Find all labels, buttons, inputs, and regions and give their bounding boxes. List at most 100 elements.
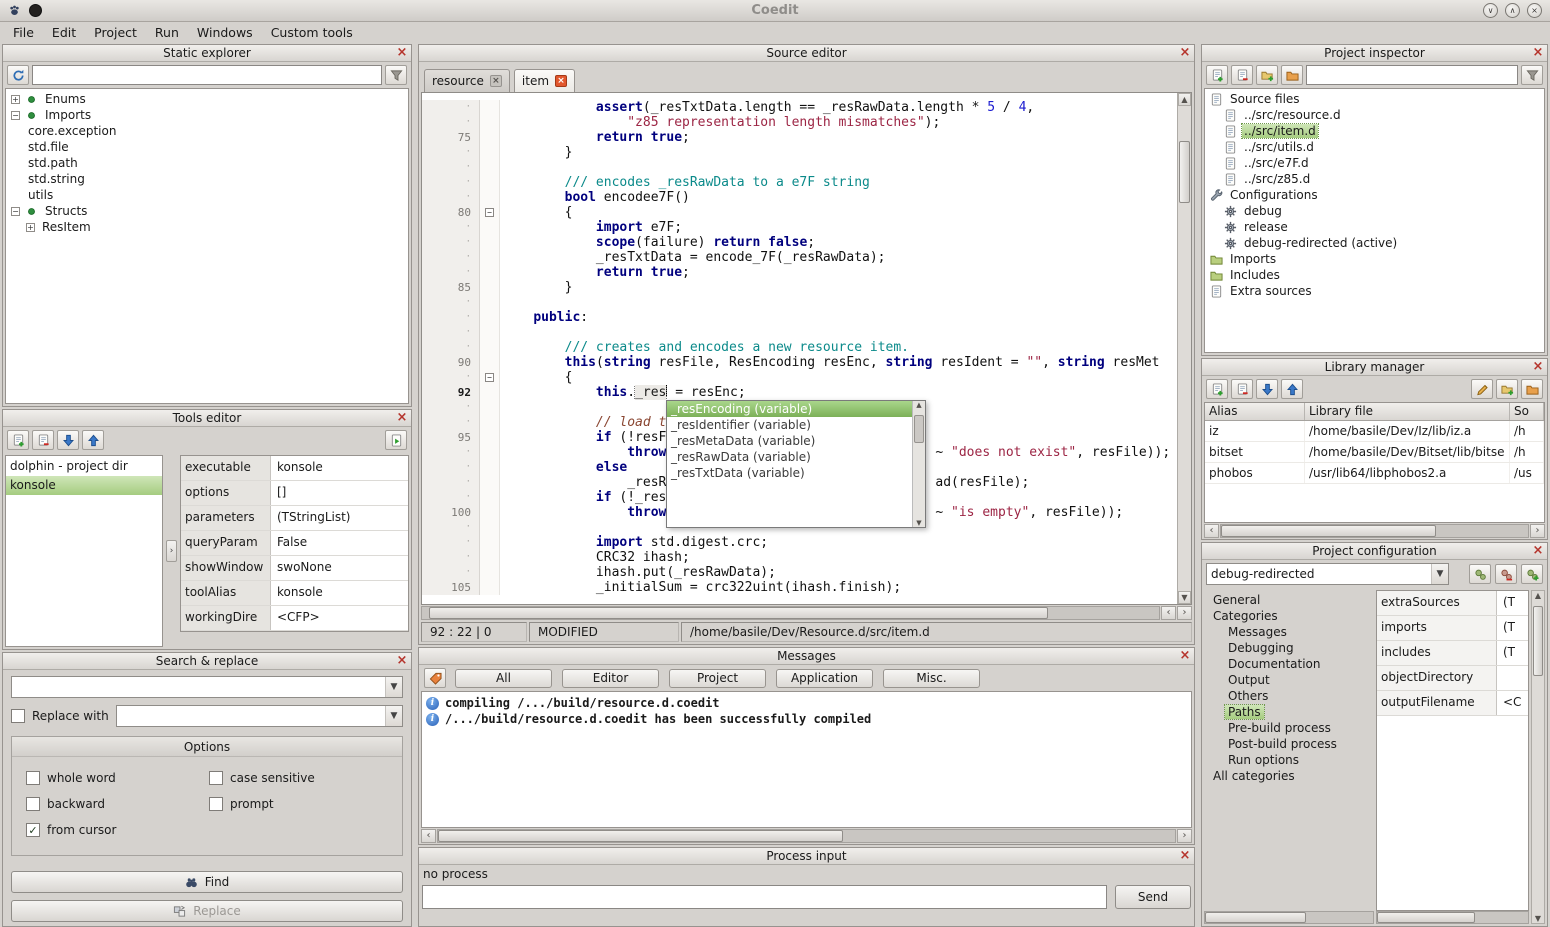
scroll-right-button[interactable]: › bbox=[1177, 606, 1192, 620]
tool-item[interactable]: dolphin - project dir bbox=[6, 457, 162, 476]
scroll-down-button[interactable]: ▼ bbox=[1178, 591, 1191, 604]
expander-icon[interactable]: + bbox=[26, 223, 35, 232]
scrollbar-thumb[interactable] bbox=[1205, 912, 1306, 923]
library-manager-close-button[interactable]: × bbox=[1531, 360, 1545, 374]
property-value[interactable]: (T bbox=[1497, 616, 1528, 640]
messages-horizontal-scrollbar[interactable]: ‹ › bbox=[421, 829, 1192, 843]
replace-with-checkbox[interactable]: Replace with bbox=[11, 709, 109, 723]
scroll-up-button[interactable]: ▲ bbox=[1178, 93, 1191, 106]
category-item[interactable]: Output bbox=[1204, 672, 1374, 688]
category-item[interactable]: Messages bbox=[1204, 624, 1374, 640]
category-item[interactable]: Categories bbox=[1204, 608, 1374, 624]
replace-button[interactable]: Replace bbox=[11, 900, 403, 922]
scrollbar-thumb[interactable] bbox=[429, 607, 1048, 619]
clone-configuration-button[interactable] bbox=[1521, 564, 1543, 584]
messages-filter-project[interactable]: Project bbox=[669, 669, 766, 688]
symbol-tree[interactable]: +Enums−Importscore.exceptionstd.filestd.… bbox=[5, 88, 409, 404]
scroll-right-button[interactable]: › bbox=[1177, 829, 1192, 843]
popup-scrollbar[interactable]: ▲▼ bbox=[912, 401, 925, 527]
column-header[interactable]: So bbox=[1510, 403, 1544, 420]
property-value[interactable]: swoNone bbox=[271, 556, 408, 580]
scrollbar-thumb[interactable] bbox=[914, 415, 924, 443]
tree-item[interactable]: std.path bbox=[6, 155, 408, 171]
library-move-down-button[interactable] bbox=[1256, 379, 1278, 399]
code-line[interactable]: · assert(_resTxtData.length == _resRawDa… bbox=[422, 100, 1177, 115]
column-header[interactable]: Alias bbox=[1205, 403, 1305, 420]
project-tree-item[interactable]: Includes bbox=[1205, 267, 1544, 283]
scroll-left-button[interactable]: ‹ bbox=[1204, 524, 1219, 538]
grid-horizontal-scrollbar[interactable] bbox=[1376, 911, 1529, 924]
option-checkbox-prompt[interactable]: prompt bbox=[209, 797, 388, 811]
project-tree-item[interactable]: ../src/item.d bbox=[1205, 123, 1544, 139]
project-tree-item[interactable]: Source files bbox=[1205, 91, 1544, 107]
code-line[interactable]: 80− { bbox=[422, 205, 1177, 220]
tools-splitter-button[interactable]: › bbox=[166, 540, 177, 562]
window-titlebar[interactable]: Coedit ∨ ∧ × bbox=[0, 0, 1550, 22]
fold-icon[interactable]: − bbox=[485, 373, 494, 382]
editor-vertical-scrollbar[interactable]: ▲ ▼ bbox=[1177, 93, 1191, 604]
tree-item[interactable]: −Structs bbox=[6, 203, 408, 219]
option-checkbox-whole-word[interactable]: whole word bbox=[26, 771, 205, 785]
code-line[interactable]: 105 _initialSum = crc322uint(ihash.finis… bbox=[422, 580, 1177, 595]
find-button[interactable]: Find bbox=[11, 871, 403, 893]
completion-item[interactable]: _resMetaData (variable) bbox=[667, 433, 912, 449]
add-source-button[interactable] bbox=[1206, 65, 1228, 85]
remove-configuration-button[interactable] bbox=[1495, 564, 1517, 584]
category-item[interactable]: Paths bbox=[1204, 704, 1374, 720]
property-value[interactable]: False bbox=[271, 531, 408, 555]
messages-list[interactable]: icompiling /.../build/resource.d.coediti… bbox=[421, 691, 1192, 828]
code-line[interactable]: · "z85 representation length mismatches"… bbox=[422, 115, 1177, 130]
expander-icon[interactable]: − bbox=[11, 111, 20, 120]
process-input-field[interactable] bbox=[422, 885, 1107, 909]
expander-icon[interactable]: + bbox=[11, 95, 20, 104]
message-row[interactable]: icompiling /.../build/resource.d.coedit bbox=[422, 695, 1191, 711]
library-from-folder-button[interactable] bbox=[1496, 379, 1518, 399]
tool-remove-button[interactable] bbox=[32, 430, 54, 450]
replace-input-combo[interactable]: ▼ bbox=[116, 705, 403, 727]
property-value[interactable]: <C bbox=[1497, 691, 1528, 715]
code-line[interactable]: · import e7F; bbox=[422, 220, 1177, 235]
tool-run-button[interactable] bbox=[385, 430, 407, 450]
scrollbar-thumb[interactable] bbox=[1533, 606, 1543, 676]
category-item[interactable]: Run options bbox=[1204, 752, 1374, 768]
project-tree-item[interactable]: ../src/z85.d bbox=[1205, 171, 1544, 187]
remove-source-button[interactable] bbox=[1231, 65, 1253, 85]
tool-add-button[interactable] bbox=[7, 430, 29, 450]
project-tree-item[interactable]: ../src/resource.d bbox=[1205, 107, 1544, 123]
configuration-categories[interactable]: GeneralCategoriesMessagesDebuggingDocume… bbox=[1204, 590, 1374, 911]
static-explorer-close-button[interactable]: × bbox=[395, 46, 409, 60]
scroll-left-button[interactable]: ‹ bbox=[421, 829, 436, 843]
search-input-combo[interactable]: ▼ bbox=[11, 676, 403, 698]
messages-options-button[interactable] bbox=[424, 668, 446, 688]
property-value[interactable]: (T bbox=[1497, 591, 1528, 615]
source-editor-close-button[interactable]: × bbox=[1178, 46, 1192, 60]
menu-project[interactable]: Project bbox=[85, 23, 146, 42]
menu-custom-tools[interactable]: Custom tools bbox=[262, 23, 362, 42]
chevron-down-icon[interactable]: ▼ bbox=[385, 677, 402, 697]
edit-library-button[interactable] bbox=[1471, 379, 1493, 399]
completion-item[interactable]: _resEncoding (variable) bbox=[667, 401, 912, 417]
configuration-vertical-scrollbar[interactable]: ▲▼ bbox=[1531, 590, 1545, 924]
messages-filter-editor[interactable]: Editor bbox=[562, 669, 659, 688]
code-line[interactable]: · ihash.put(_resRawData); bbox=[422, 565, 1177, 580]
configuration-select[interactable]: debug-redirected ▼ bbox=[1206, 563, 1449, 585]
tab-item[interactable]: item× bbox=[514, 69, 575, 92]
category-item[interactable]: General bbox=[1204, 592, 1374, 608]
category-item[interactable]: Post-build process bbox=[1204, 736, 1374, 752]
code-line[interactable]: · /// creates and encodes a new resource… bbox=[422, 340, 1177, 355]
library-row[interactable]: bitset/home/basile/Dev/Bitset/lib/bitse/… bbox=[1205, 442, 1544, 463]
scrollbar-track[interactable] bbox=[437, 829, 1176, 843]
tab-close-icon[interactable]: × bbox=[555, 75, 567, 87]
messages-filter-all[interactable]: All bbox=[455, 669, 552, 688]
code-line[interactable]: 85 } bbox=[422, 280, 1177, 295]
project-tree-item[interactable]: Configurations bbox=[1205, 187, 1544, 203]
tree-item[interactable]: +Enums bbox=[6, 91, 408, 107]
tree-item[interactable]: core.exception bbox=[6, 123, 408, 139]
tools-list[interactable]: dolphin - project dirkonsole bbox=[5, 455, 163, 647]
chevron-down-icon[interactable]: ▼ bbox=[1431, 564, 1448, 584]
add-configuration-button[interactable] bbox=[1469, 564, 1491, 584]
messages-close-button[interactable]: × bbox=[1178, 649, 1192, 663]
scrollbar-thumb[interactable] bbox=[438, 830, 843, 842]
code-line[interactable]: · CRC32 ihash; bbox=[422, 550, 1177, 565]
window-shade-button[interactable]: ∨ bbox=[1483, 3, 1498, 18]
